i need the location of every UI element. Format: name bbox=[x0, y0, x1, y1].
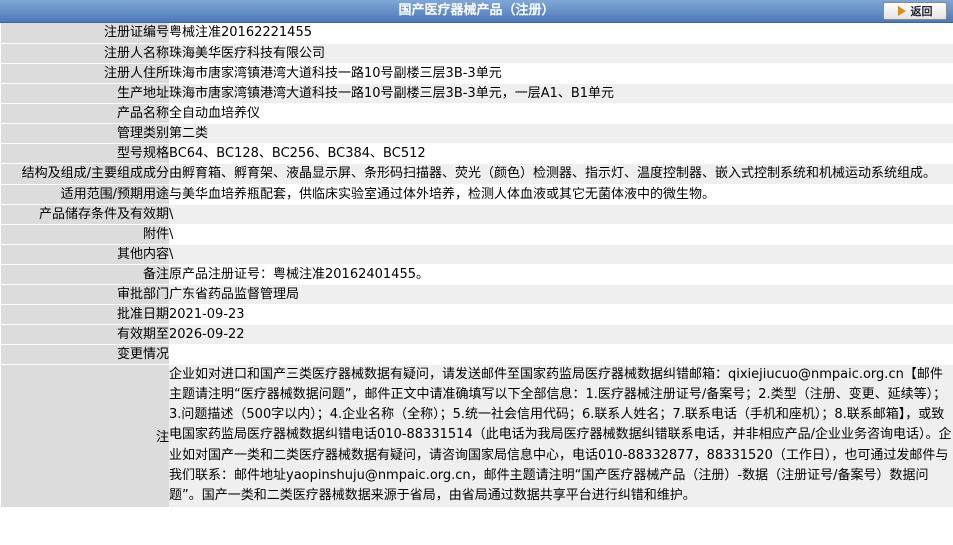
table-row: 变更情况 bbox=[1, 344, 953, 365]
table-row: 备注 原产品注册证号：粤械注准20162401455。 bbox=[1, 264, 953, 285]
field-label: 生产地址 bbox=[1, 83, 169, 104]
field-label: 备注 bbox=[1, 264, 169, 285]
field-value: 2021-09-23 bbox=[169, 304, 953, 325]
arrow-right-icon bbox=[897, 6, 906, 16]
field-label: 其他内容 bbox=[1, 244, 169, 265]
note-label: 注 bbox=[1, 364, 169, 508]
field-value: BC64、BC128、BC256、BC384、BC512 bbox=[169, 143, 953, 164]
table-row: 附件 \ bbox=[1, 224, 953, 245]
field-value: 原产品注册证号：粤械注准20162401455。 bbox=[169, 264, 953, 285]
table-row: 管理类别 第二类 bbox=[1, 123, 953, 144]
field-label: 产品名称 bbox=[1, 103, 169, 124]
field-label: 注册人住所 bbox=[1, 63, 169, 84]
table-row: 批准日期 2021-09-23 bbox=[1, 304, 953, 325]
field-label: 产品储存条件及有效期 bbox=[1, 204, 169, 225]
table-row: 其他内容 \ bbox=[1, 244, 953, 265]
field-value: 珠海市唐家湾镇港湾大道科技一路10号副楼三层3B-3单元 bbox=[169, 63, 953, 84]
field-label: 批准日期 bbox=[1, 304, 169, 325]
field-label: 有效期至 bbox=[1, 324, 169, 345]
table-row: 注册证编号 粤械注准20162221455 bbox=[1, 23, 953, 44]
field-value: \ bbox=[169, 224, 953, 245]
note-row: 注 企业如对进口和国产三类医疗器械数据有疑问，请发送邮件至国家药监局医疗器械数据… bbox=[1, 364, 953, 508]
field-label: 注册人名称 bbox=[1, 43, 169, 64]
field-value: 由孵育箱、孵育架、液晶显示屏、条形码扫描器、荧光（颜色）检测器、指示灯、温度控制… bbox=[169, 163, 953, 185]
field-value: 珠海美华医疗科技有限公司 bbox=[169, 43, 953, 64]
field-value bbox=[169, 344, 953, 365]
field-value: 与美华血培养瓶配套，供临床实验室通过体外培养，检测人体血液或其它无菌体液中的微生… bbox=[169, 184, 953, 205]
field-value: 粤械注准20162221455 bbox=[169, 23, 953, 44]
table-row: 注册人名称 珠海美华医疗科技有限公司 bbox=[1, 43, 953, 64]
field-value: 2026-09-22 bbox=[169, 324, 953, 345]
table-row: 产品名称 全自动血培养仪 bbox=[1, 103, 953, 124]
detail-table: 注册证编号 粤械注准20162221455 注册人名称 珠海美华医疗科技有限公司… bbox=[1, 23, 953, 508]
field-label: 适用范围/预期用途 bbox=[1, 184, 169, 205]
page: 国产医疗器械产品（注册） 返回 注册证编号 粤械注准20162221455 注册… bbox=[0, 0, 953, 545]
title-bar: 国产医疗器械产品（注册） 返回 bbox=[0, 0, 953, 23]
back-button-label: 返回 bbox=[910, 5, 933, 18]
table-row: 生产地址 珠海市唐家湾镇港湾大道科技一路10号副楼三层3B-3单元，一层A1、B… bbox=[1, 83, 953, 104]
field-value: \ bbox=[169, 204, 953, 225]
field-value: 珠海市唐家湾镇港湾大道科技一路10号副楼三层3B-3单元，一层A1、B1单元 bbox=[169, 83, 953, 104]
table-row: 型号规格 BC64、BC128、BC256、BC384、BC512 bbox=[1, 143, 953, 164]
field-value: 第二类 bbox=[169, 123, 953, 144]
field-label: 附件 bbox=[1, 224, 169, 245]
field-label: 变更情况 bbox=[1, 344, 169, 365]
table-row: 产品储存条件及有效期 \ bbox=[1, 204, 953, 225]
field-value: \ bbox=[169, 244, 953, 265]
table-row: 有效期至 2026-09-22 bbox=[1, 324, 953, 345]
table-row: 注册人住所 珠海市唐家湾镇港湾大道科技一路10号副楼三层3B-3单元 bbox=[1, 63, 953, 84]
table-row: 结构及组成/主要组成成分 由孵育箱、孵育架、液晶显示屏、条形码扫描器、荧光（颜色… bbox=[1, 163, 953, 185]
back-button[interactable]: 返回 bbox=[883, 2, 947, 20]
field-label: 注册证编号 bbox=[1, 23, 169, 44]
note-text: 企业如对进口和国产三类医疗器械数据有疑问，请发送邮件至国家药监局医疗器械数据纠错… bbox=[169, 364, 953, 508]
field-label: 管理类别 bbox=[1, 123, 169, 144]
table-row: 审批部门 广东省药品监督管理局 bbox=[1, 284, 953, 305]
table-row: 适用范围/预期用途 与美华血培养瓶配套，供临床实验室通过体外培养，检测人体血液或… bbox=[1, 184, 953, 205]
field-value: 广东省药品监督管理局 bbox=[169, 284, 953, 305]
field-label: 型号规格 bbox=[1, 143, 169, 164]
page-title: 国产医疗器械产品（注册） bbox=[398, 3, 555, 18]
field-label: 审批部门 bbox=[1, 284, 169, 305]
field-value: 全自动血培养仪 bbox=[169, 103, 953, 124]
field-label: 结构及组成/主要组成成分 bbox=[1, 163, 169, 185]
